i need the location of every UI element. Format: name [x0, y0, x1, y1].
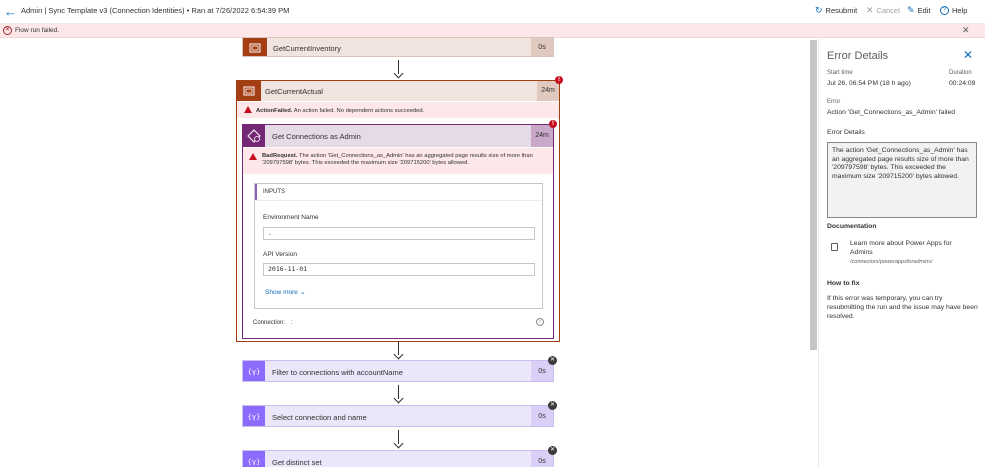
show-more-label: Show more: [265, 289, 298, 296]
flow-arrow: [394, 430, 404, 448]
connection-value: :: [291, 320, 293, 326]
inputs-accent-bar: [255, 184, 257, 200]
canvas-scrollbar[interactable]: [810, 40, 817, 350]
documentation-heading: Documentation: [827, 223, 877, 230]
action-duration: 0s: [531, 38, 553, 56]
warning-title: BadRequest.: [262, 153, 298, 159]
error-bar-message: Flow run failed.: [15, 27, 60, 34]
back-arrow-icon[interactable]: ←: [4, 5, 18, 19]
action-card-get-current-inventory[interactable]: GetCurrentInventory 0s: [242, 37, 554, 57]
start-time-value: Jul 26, 06:54 PM (18 h ago): [827, 80, 911, 87]
help-label: Help: [952, 6, 968, 15]
edit-button[interactable]: ✎ Edit: [907, 5, 931, 16]
documentation-link[interactable]: Learn more about Power Apps for Admins: [850, 239, 970, 257]
warning-message: ActionFailed. An action failed. No depen…: [256, 108, 424, 115]
help-button[interactable]: ? Help: [940, 6, 967, 15]
action-card-get-distinct-set[interactable]: {γ} Get distinct set 0s: [242, 450, 554, 467]
warning-text: An action failed. No dependent actions s…: [292, 108, 425, 114]
inputs-card: INPUTS Environment Name . API Version 20…: [254, 183, 543, 309]
cancelled-badge-icon: ✕: [548, 446, 557, 455]
details-heading: Error Details: [827, 129, 865, 136]
action-name: Get Connections as Admin: [272, 132, 361, 141]
error-value: Action 'Get_Connections_as_Admin' failed: [827, 109, 956, 116]
error-badge-icon: !: [549, 120, 557, 128]
close-icon[interactable]: ✕: [963, 48, 973, 62]
cancel-icon: ✕: [866, 5, 874, 15]
start-time-label: Start time: [827, 70, 853, 76]
error-circle-icon: ✕: [3, 26, 12, 35]
document-icon: [831, 243, 838, 251]
warning-icon: [244, 106, 252, 113]
action-card-filter-connections[interactable]: {γ} Filter to connections with accountNa…: [242, 360, 554, 382]
flow-arrow: [394, 385, 404, 403]
divider: [255, 200, 542, 201]
warning-title: ActionFailed.: [256, 108, 293, 114]
duration-value: 00:24:09: [949, 80, 976, 87]
cancelled-badge-icon: ✕: [548, 356, 557, 365]
edit-label: Edit: [917, 6, 931, 15]
power-apps-admin-icon: [243, 125, 265, 147]
action-duration: 24m: [531, 125, 553, 147]
action-card-select-connection[interactable]: {γ} Select connection and name 0s: [242, 405, 554, 427]
action-duration: 24m: [537, 81, 559, 101]
action-name: GetCurrentInventory: [273, 44, 341, 53]
warning-text: The action 'Get_Connections_as_Admin' ha…: [262, 153, 533, 166]
help-icon: ?: [940, 6, 949, 15]
action-name: Select connection and name: [272, 413, 367, 422]
error-badge-icon: !: [555, 76, 563, 84]
documentation-path: /connectors/powerappsforadmins/: [850, 259, 933, 265]
cancel-button[interactable]: ✕ Cancel: [866, 5, 900, 16]
flow-arrow: [394, 60, 404, 78]
resubmit-icon: ↻: [815, 5, 823, 15]
environment-name-label: Environment Name: [263, 214, 319, 221]
cancelled-badge-icon: ✕: [548, 401, 557, 410]
data-operation-icon: {γ}: [243, 361, 265, 381]
api-version-field[interactable]: 2016-11-01: [263, 263, 535, 276]
connection-label: Connection:: [253, 320, 286, 326]
resubmit-button[interactable]: ↻ Resubmit: [815, 5, 858, 16]
page-title: Admin | Sync Template v3 (Connection Ide…: [21, 6, 290, 15]
checkmark-circle-icon: ✓: [536, 318, 544, 326]
flow-arrow: [394, 341, 404, 359]
cancel-label: Cancel: [876, 6, 900, 15]
resubmit-label: Resubmit: [825, 6, 858, 15]
data-operation-icon: {γ}: [243, 451, 265, 467]
warning-icon: [249, 153, 257, 160]
how-to-fix-text: If this error was temporary, you can try…: [827, 295, 978, 320]
how-to-fix-heading: How to fix: [827, 280, 860, 287]
action-name: Filter to connections with accountName: [272, 368, 403, 377]
chevron-down-icon: ⌄: [299, 289, 306, 296]
error-details-textbox[interactable]: The action 'Get_Connections_as_Admin' ha…: [827, 142, 977, 218]
action-name: GetCurrentActual: [265, 87, 323, 96]
close-icon[interactable]: ✕: [962, 25, 970, 36]
api-version-label: API Version: [263, 251, 297, 258]
error-details-panel: Error Details ✕ Start time Duration Jul …: [818, 38, 985, 467]
scope-icon: [243, 38, 267, 56]
error-label: Error: [827, 99, 841, 105]
edit-pencil-icon: ✎: [907, 5, 915, 15]
warning-message: BadRequest. The action 'Get_Connections_…: [262, 153, 542, 167]
inputs-heading: INPUTS: [263, 189, 286, 195]
top-bar: ← Admin | Sync Template v3 (Connection I…: [0, 0, 985, 24]
duration-label: Duration: [949, 70, 972, 76]
data-operation-icon: {γ}: [243, 406, 265, 426]
scope-icon: [237, 81, 261, 101]
action-name: Get distinct set: [272, 458, 322, 467]
flow-error-bar: ✕ Flow run failed. ✕: [0, 24, 985, 38]
panel-title: Error Details: [827, 50, 889, 62]
show-more-link[interactable]: Show more ⌄: [265, 288, 306, 296]
environment-name-field[interactable]: .: [263, 227, 535, 240]
